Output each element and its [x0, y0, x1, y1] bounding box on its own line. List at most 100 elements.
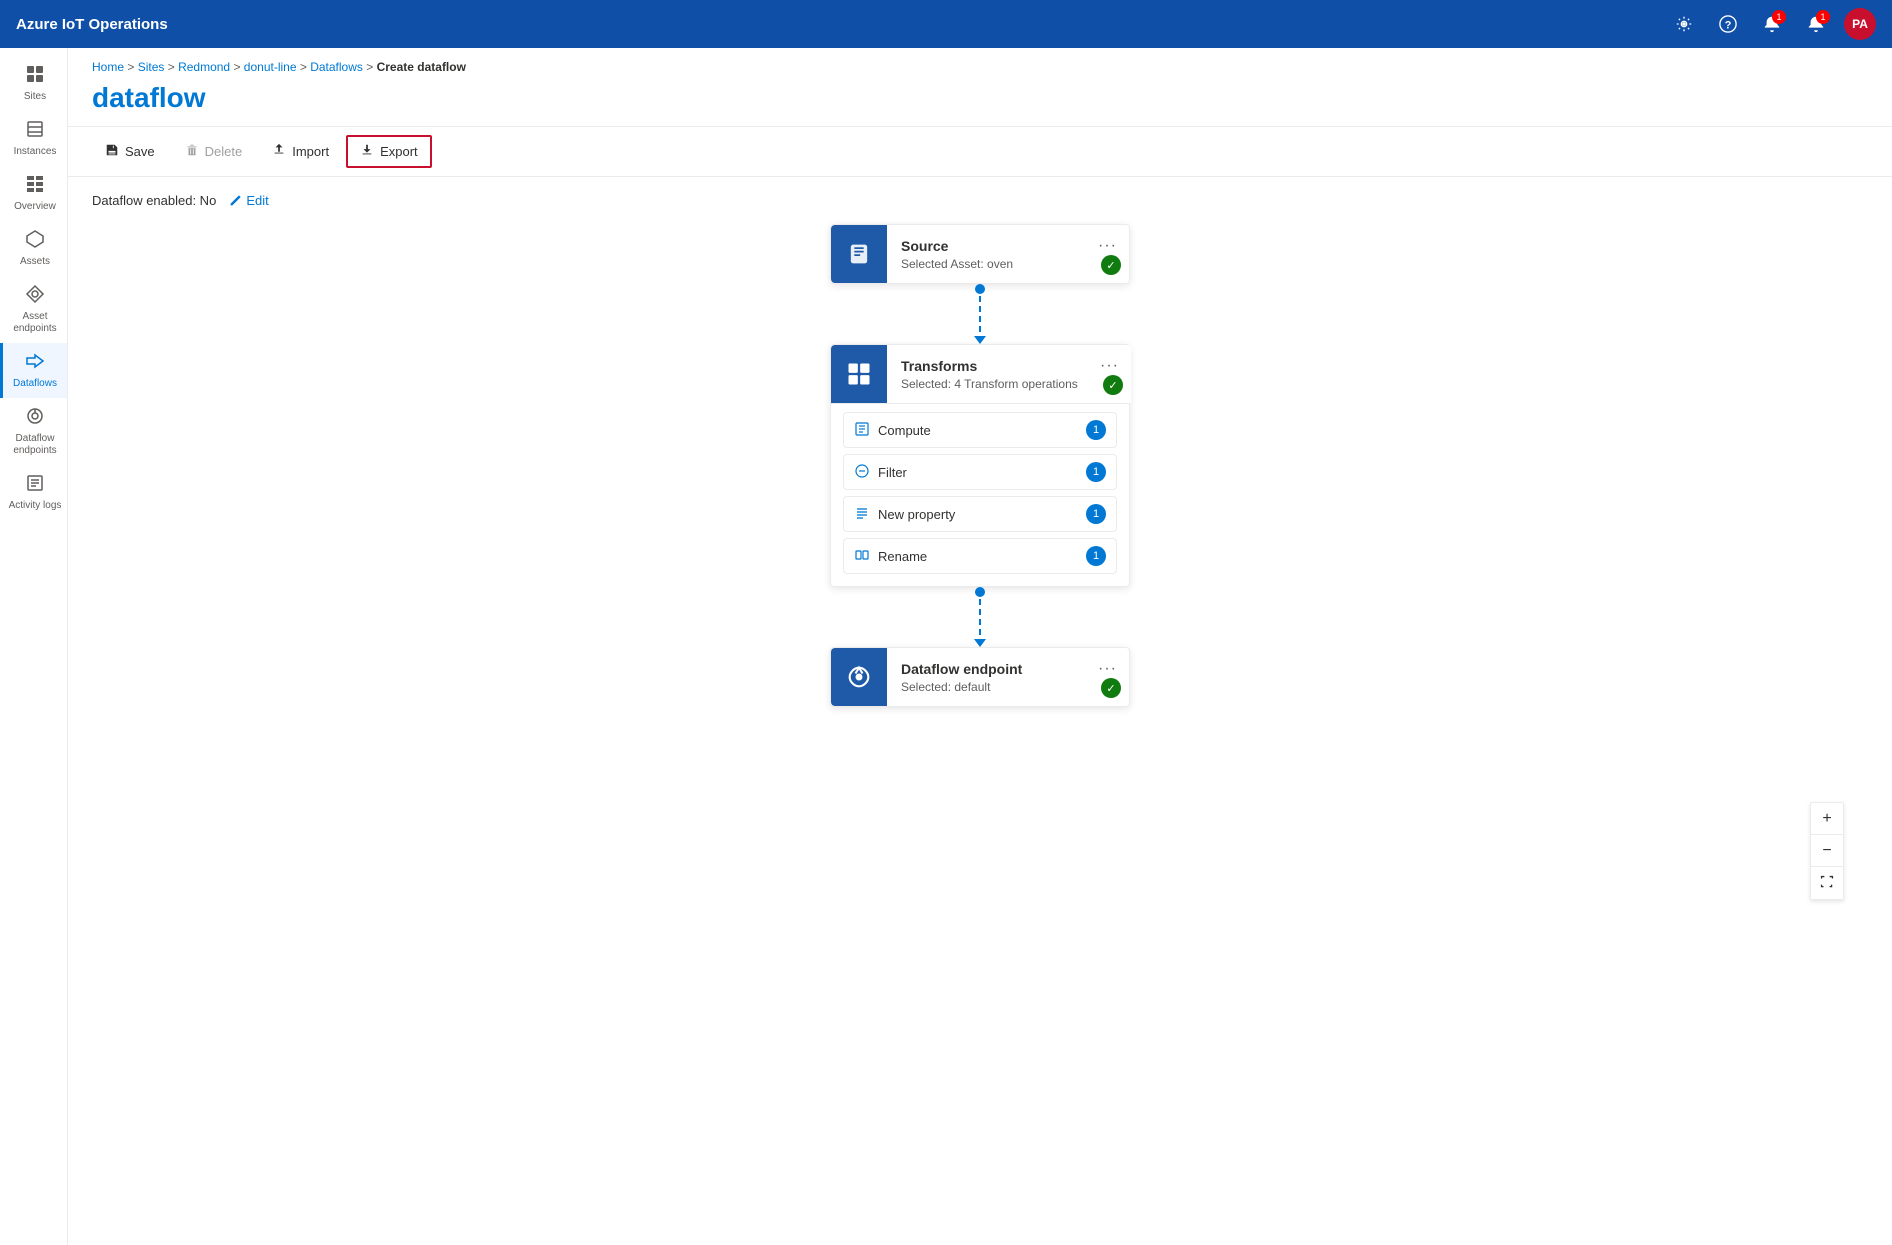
save-button[interactable]: Save	[92, 136, 168, 167]
sidebar-item-instances[interactable]: Instances	[0, 111, 67, 166]
filter-label: Filter	[878, 465, 907, 480]
transform-item-rename[interactable]: Rename 1	[843, 538, 1117, 574]
fit-view-button[interactable]	[1811, 867, 1843, 899]
export-button[interactable]: Export	[346, 135, 432, 168]
rename-badge: 1	[1086, 546, 1106, 566]
export-icon	[360, 143, 374, 160]
transforms-node-check: ✓	[1103, 375, 1123, 395]
sidebar-item-sites[interactable]: Sites	[0, 56, 67, 111]
sidebar-item-overview[interactable]: Overview	[0, 166, 67, 221]
transforms-node-body: Transforms ··· Selected: 4 Transform ope…	[887, 345, 1131, 403]
sidebar-item-dataflows[interactable]: Dataflows	[0, 343, 67, 398]
sidebar: Sites Instances Overview Assets Asset en…	[0, 48, 68, 1245]
connector-line-1	[979, 296, 981, 336]
topnav-icons: ? 1 1 PA	[1668, 8, 1876, 40]
flow-canvas: Source ··· Selected Asset: oven ✓	[92, 224, 1868, 924]
endpoint-node-subtitle: Selected: default	[901, 680, 1117, 694]
dataflow-status: Dataflow enabled: No	[92, 193, 216, 208]
breadcrumb: Home > Sites > Redmond > donut-line > Da…	[68, 48, 1892, 78]
source-node-body: Source ··· Selected Asset: oven	[887, 225, 1129, 283]
sidebar-item-assets[interactable]: Assets	[0, 221, 67, 276]
source-node-more[interactable]: ···	[1098, 237, 1117, 255]
zoom-controls: + −	[1810, 802, 1844, 900]
transform-item-compute[interactable]: Compute 1	[843, 412, 1117, 448]
rename-icon	[854, 547, 870, 566]
zoom-in-icon: +	[1822, 810, 1831, 828]
import-icon	[272, 143, 286, 160]
source-node-header: Source ···	[901, 237, 1117, 255]
transform-item-compute-left: Compute	[854, 421, 931, 440]
delete-button[interactable]: Delete	[172, 136, 256, 167]
transforms-node-icon	[831, 345, 887, 403]
sidebar-item-asset-endpoints[interactable]: Asset endpoints	[0, 276, 67, 343]
transforms-node-title: Transforms	[901, 358, 977, 374]
instances-icon	[25, 119, 45, 142]
connector-arrow-1	[974, 336, 986, 344]
sidebar-dataflow-endpoints-label: Dataflow endpoints	[7, 433, 63, 457]
endpoint-node-header: Dataflow endpoint ···	[901, 660, 1117, 678]
top-navigation: Azure IoT Operations ? 1 1 PA	[0, 0, 1892, 48]
breadcrumb-sites[interactable]: Sites	[138, 60, 165, 74]
connector-dot-1	[975, 284, 985, 294]
connector-dot-2	[975, 587, 985, 597]
compute-badge: 1	[1086, 420, 1106, 440]
help-button[interactable]: ?	[1712, 8, 1744, 40]
endpoint-node-title: Dataflow endpoint	[901, 661, 1022, 677]
user-avatar[interactable]: PA	[1844, 8, 1876, 40]
dataflow-endpoints-icon	[25, 406, 45, 429]
notifications-button-1[interactable]: 1	[1756, 8, 1788, 40]
source-node-title: Source	[901, 238, 948, 254]
endpoint-node[interactable]: Dataflow endpoint ··· Selected: default …	[830, 647, 1130, 707]
sidebar-asset-endpoints-label: Asset endpoints	[7, 311, 63, 335]
transform-item-filter-left: Filter	[854, 463, 907, 482]
transform-item-new-property[interactable]: New property 1	[843, 496, 1117, 532]
transforms-container: Transforms ··· Selected: 4 Transform ope…	[830, 344, 1130, 587]
sidebar-instances-label: Instances	[14, 146, 57, 158]
zoom-out-button[interactable]: −	[1811, 835, 1843, 867]
main-layout: Sites Instances Overview Assets Asset en…	[0, 48, 1892, 1245]
endpoint-node-check: ✓	[1101, 678, 1121, 698]
source-node[interactable]: Source ··· Selected Asset: oven ✓	[830, 224, 1130, 284]
transforms-node-more[interactable]: ···	[1100, 357, 1119, 375]
connector-2	[974, 587, 986, 647]
filter-badge: 1	[1086, 462, 1106, 482]
transform-item-new-property-left: New property	[854, 505, 955, 524]
zoom-out-icon: −	[1822, 842, 1831, 860]
activity-logs-icon	[25, 473, 45, 496]
page-title: dataflow	[68, 78, 1892, 126]
overview-icon	[25, 174, 45, 197]
sidebar-item-dataflow-endpoints[interactable]: Dataflow endpoints	[0, 398, 67, 465]
notifications-button-2[interactable]: 1	[1800, 8, 1832, 40]
assets-icon	[25, 229, 45, 252]
breadcrumb-redmond[interactable]: Redmond	[178, 60, 230, 74]
transform-item-filter[interactable]: Filter 1	[843, 454, 1117, 490]
sidebar-item-activity-logs[interactable]: Activity logs	[0, 465, 67, 520]
sidebar-dataflows-label: Dataflows	[13, 378, 57, 390]
edit-button[interactable]: Edit	[228, 193, 268, 208]
page-content: Home > Sites > Redmond > donut-line > Da…	[68, 48, 1892, 1245]
breadcrumb-donut-line[interactable]: donut-line	[244, 60, 297, 74]
transform-item-rename-left: Rename	[854, 547, 927, 566]
settings-button[interactable]	[1668, 8, 1700, 40]
svg-text:?: ?	[1725, 20, 1732, 32]
toolbar: Save Delete Import Export	[68, 126, 1892, 177]
breadcrumb-dataflows[interactable]: Dataflows	[310, 60, 363, 74]
transforms-header: Transforms ··· Selected: 4 Transform ope…	[831, 345, 1131, 403]
connector-line-2	[979, 599, 981, 639]
asset-endpoints-icon	[25, 284, 45, 307]
endpoint-node-more[interactable]: ···	[1098, 660, 1117, 678]
delete-icon	[185, 143, 199, 160]
zoom-in-button[interactable]: +	[1811, 803, 1843, 835]
breadcrumb-home[interactable]: Home	[92, 60, 124, 74]
compute-icon	[854, 421, 870, 440]
canvas-area: Dataflow enabled: No Edit Source	[68, 177, 1892, 1245]
rename-label: Rename	[878, 549, 927, 564]
transforms-body: Compute 1 Filter	[831, 403, 1129, 586]
new-property-icon	[854, 505, 870, 524]
sidebar-overview-label: Overview	[14, 201, 56, 213]
connector-1	[974, 284, 986, 344]
sites-icon	[25, 64, 45, 87]
endpoint-node-icon	[831, 648, 887, 706]
import-button[interactable]: Import	[259, 136, 342, 167]
notification-badge-2: 1	[1816, 10, 1830, 24]
